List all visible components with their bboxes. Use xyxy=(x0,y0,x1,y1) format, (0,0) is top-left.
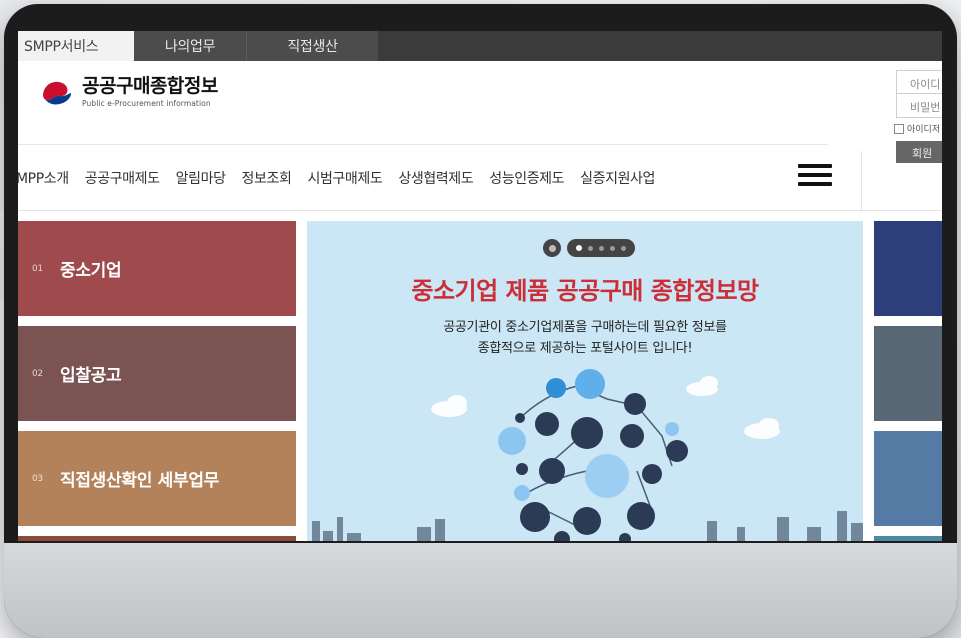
slide-dot[interactable] xyxy=(599,245,604,251)
tile-number: 02 xyxy=(32,368,43,379)
slide-indicators[interactable] xyxy=(567,239,635,257)
join-button[interactable]: 회원 xyxy=(896,141,942,163)
tile-label: 입찰공고 xyxy=(60,366,122,386)
tile-number: 03 xyxy=(32,473,43,484)
logo-subtitle: Public e-Procurement information xyxy=(82,99,211,108)
slide-pager xyxy=(543,239,635,257)
slide-dot[interactable] xyxy=(621,245,626,251)
main-navigation: MPP소개 공공구매제도 알림마당 정보조회 시범구매제도 상생협력제도 성능인… xyxy=(18,144,828,210)
menu-icon[interactable] xyxy=(798,164,832,186)
logo-title: 공공구매종합정보 xyxy=(82,75,218,97)
save-id-label: 아이디저 xyxy=(907,125,941,135)
save-id-checkbox[interactable]: 아이디저 xyxy=(894,122,942,135)
hero-title: 중소기업 제품 공공구매 종합정보망 xyxy=(411,277,759,305)
right-tile[interactable] xyxy=(874,221,942,316)
right-tile[interactable] xyxy=(874,536,942,541)
tile-sme[interactable]: 01 중소기업 xyxy=(18,221,296,316)
category-tiles: 01 중소기업 02 입찰공고 03 직접생산확인 세부업무 xyxy=(18,221,296,541)
nav-item-public-procurement[interactable]: 공공구매제도 xyxy=(77,168,168,188)
tab-my-work[interactable]: 나의업무 xyxy=(134,31,246,61)
taegeuk-logo-icon xyxy=(40,75,74,109)
site-logo[interactable]: 공공구매종합정보 Public e-Procurement informatio… xyxy=(40,75,218,109)
slide-dot[interactable] xyxy=(576,245,582,251)
user-id-input[interactable]: 아이디 xyxy=(896,70,942,94)
checkbox-icon[interactable] xyxy=(894,123,904,134)
nav-item-smpp-intro[interactable]: MPP소개 xyxy=(18,168,77,188)
nav-item-performance-cert[interactable]: 성능인증제도 xyxy=(481,168,572,188)
nav-item-notice[interactable]: 알림마당 xyxy=(168,168,234,188)
tile-number: 01 xyxy=(32,263,43,274)
nav-item-win-win[interactable]: 상생협력제도 xyxy=(390,168,481,188)
login-box: 아이디 비밀번 아이디저 회원 xyxy=(858,70,942,163)
tab-smpp-service[interactable]: SMPP서비스 xyxy=(18,31,134,61)
network-illustration xyxy=(312,369,863,541)
slide-dot[interactable] xyxy=(588,245,593,251)
pause-button[interactable] xyxy=(543,239,561,257)
slide-dot[interactable] xyxy=(610,245,615,251)
right-tile[interactable] xyxy=(874,431,942,526)
tile-partial[interactable] xyxy=(18,536,296,541)
monitor-chin xyxy=(4,543,957,638)
hero-subtitle-line: 종합적으로 제공하는 포털사이트 입니다! xyxy=(477,341,693,356)
tile-direct-production[interactable]: 03 직접생산확인 세부업무 xyxy=(18,431,296,526)
nav-item-info-search[interactable]: 정보조회 xyxy=(234,168,300,188)
tile-label: 직접생산확인 세부업무 xyxy=(60,471,220,491)
nav-item-demonstration[interactable]: 실증지원사업 xyxy=(572,168,663,188)
tile-label: 중소기업 xyxy=(60,261,122,281)
website-screen: SMPP서비스 나의업무 직접생산 공공구매종합정보 Public e-Proc… xyxy=(18,31,942,541)
right-tiles xyxy=(874,221,942,541)
tile-bid-notice[interactable]: 02 입찰공고 xyxy=(18,326,296,421)
password-input[interactable]: 비밀번 xyxy=(896,94,942,118)
hero-subtitle: 공공기관이 중소기업제품을 구매하는데 필요한 정보를 종합적으로 제공하는 포… xyxy=(307,317,863,359)
nav-item-pilot-purchase[interactable]: 시범구매제도 xyxy=(299,168,390,188)
hero-banner: 중소기업 제품 공공구매 종합정보망 공공기관이 중소기업제품을 구매하는데 필… xyxy=(307,221,863,541)
divider xyxy=(861,151,862,211)
monitor-frame: SMPP서비스 나의업무 직접생산 공공구매종합정보 Public e-Proc… xyxy=(4,4,957,638)
hero-subtitle-line: 공공기관이 중소기업제품을 구매하는데 필요한 정보를 xyxy=(443,320,727,335)
right-tile[interactable] xyxy=(874,326,942,421)
tab-direct-production[interactable]: 직접생산 xyxy=(246,31,378,61)
utility-bar: SMPP서비스 나의업무 직접생산 xyxy=(18,31,942,61)
site-header: 공공구매종합정보 Public e-Procurement informatio… xyxy=(18,61,942,211)
